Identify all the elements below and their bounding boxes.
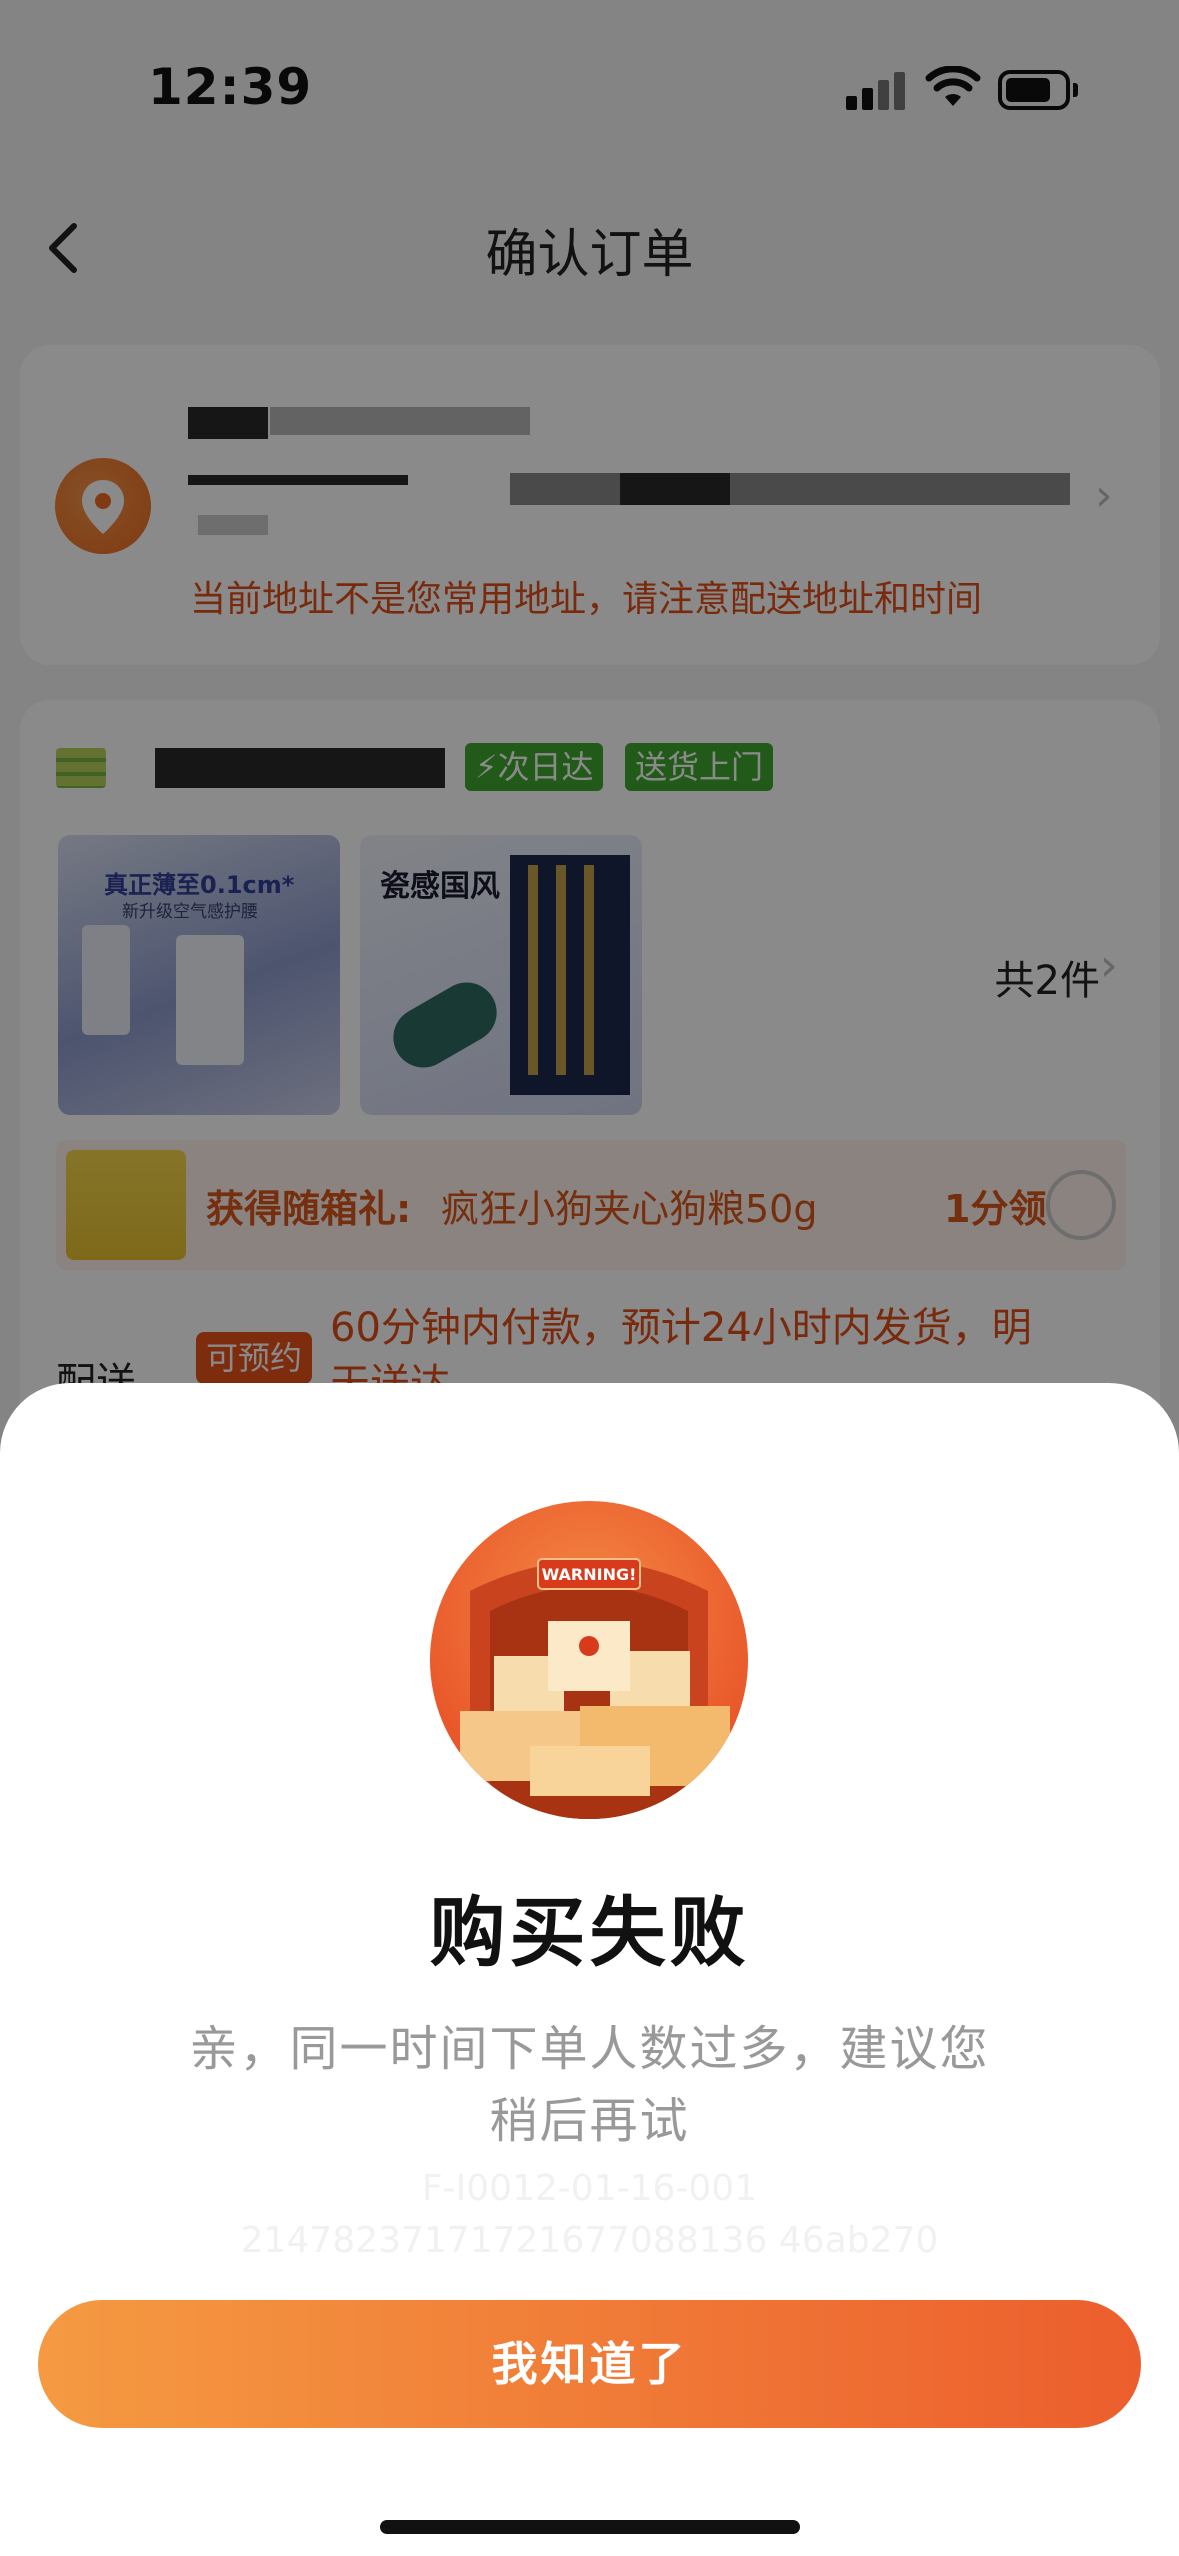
purchase-failed-dialog: WARNING! 购买失败 亲，同一时间下单人数过多，建议您稍后再试 F-I00… <box>0 1383 1179 2556</box>
warning-sign-text: WARNING! <box>542 1565 637 1584</box>
dialog-message: 亲，同一时间下单人数过多，建议您稍后再试 <box>189 2021 990 2149</box>
warning-truck-illustration: WARNING! <box>430 1501 748 1819</box>
home-indicator <box>380 2520 800 2534</box>
dialog-title: 购买失败 <box>429 1888 750 1977</box>
error-code-line: 21478237171721677088136 46ab270 <box>240 2220 939 2261</box>
got-it-button[interactable]: 我知道了 <box>38 2300 1141 2428</box>
error-code-line: F-I0012-01-16-001 <box>421 2168 758 2209</box>
error-code: F-I0012-01-16-001 2147823717172167708813… <box>0 2163 1179 2267</box>
